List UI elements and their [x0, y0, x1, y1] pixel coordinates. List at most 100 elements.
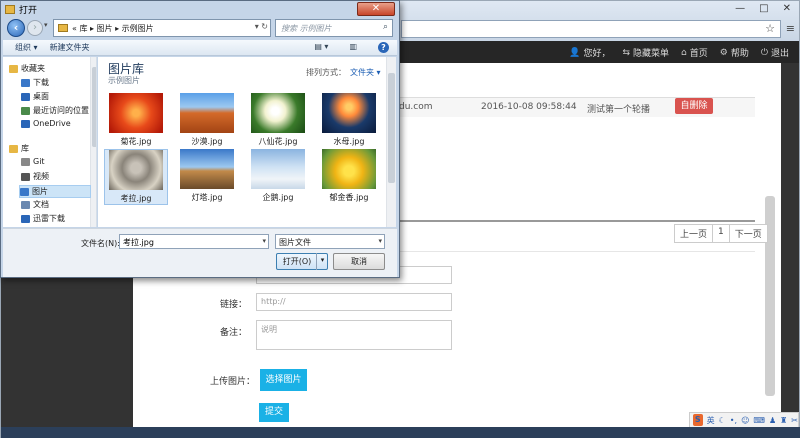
- link-label: 链接：: [220, 300, 248, 310]
- new-folder-button[interactable]: 新建文件夹: [50, 42, 90, 53]
- sidebar-item[interactable]: 下载: [21, 77, 49, 88]
- sidebar-item[interactable]: OneDrive: [21, 119, 71, 128]
- choose-image-button[interactable]: 选择图片: [260, 369, 307, 391]
- file-item[interactable]: 灯塔.jpg: [175, 149, 239, 203]
- preview-pane-icon[interactable]: ▥: [349, 42, 357, 53]
- submit-button[interactable]: 提交: [259, 403, 289, 422]
- organize-button[interactable]: 组织 ▾: [15, 42, 38, 53]
- file-item[interactable]: 八仙花.jpg: [246, 93, 310, 147]
- scrollbar-thumb[interactable]: [388, 73, 395, 183]
- close-icon[interactable]: ✕: [783, 3, 791, 14]
- ime-language[interactable]: 英: [707, 415, 715, 426]
- folder-icon: [21, 214, 30, 223]
- back-arrow-icon[interactable]: ‹: [7, 19, 25, 37]
- view-options-icon[interactable]: ▤ ▾: [314, 42, 328, 53]
- help-icon[interactable]: ?: [378, 42, 389, 53]
- dialog-title-bar: 打开: [5, 3, 37, 16]
- refresh-icon[interactable]: ▾ ↻: [255, 22, 268, 31]
- user-greeting[interactable]: 👤 您好，: [569, 46, 610, 60]
- minimize-icon[interactable]: —: [735, 3, 745, 14]
- help-link[interactable]: ⚙ 帮助: [719, 46, 749, 60]
- file-item[interactable]: 郁金香.jpg: [317, 149, 381, 203]
- shirt-icon[interactable]: ♜: [780, 416, 787, 425]
- filename-label: 文件名(N):: [81, 239, 120, 248]
- home-link[interactable]: ⌂ 首页: [681, 46, 708, 60]
- cancel-button[interactable]: 取消: [333, 253, 385, 270]
- page-1-button[interactable]: 1: [712, 224, 730, 243]
- sidebar-item-label: 视频: [33, 172, 49, 181]
- tools-icon[interactable]: ✂: [791, 416, 798, 425]
- table-bottom-divider: [363, 220, 755, 222]
- chevron-down-icon[interactable]: ▾: [378, 237, 382, 245]
- system-tray: S 英 ☾ •, ☺ ⌨ ♟ ♜ ✂: [689, 412, 799, 428]
- breadcrumb[interactable]: « 库 ▸ 图片 ▸ 示例图片: [72, 23, 154, 34]
- chevron-down-icon[interactable]: ▾: [262, 237, 266, 245]
- dialog-nav-bar: ‹ › ▾ « 库 ▸ 图片 ▸ 示例图片 ▾ ↻ 搜索 示例图片 ⌕: [3, 17, 397, 39]
- file-name: 郁金香.jpg: [329, 193, 369, 202]
- punctuation-icon[interactable]: •,: [730, 416, 737, 425]
- next-page-button[interactable]: 下一页: [728, 224, 768, 243]
- star-icon[interactable]: ☆: [765, 22, 775, 35]
- hide-menu-link[interactable]: ⇆ 隐藏菜单: [622, 46, 669, 60]
- link-field[interactable]: http://: [256, 293, 452, 311]
- library-subtitle: 示例图片: [108, 76, 140, 85]
- file-list-pane: 图片库 示例图片 排列方式： 文件夹 ▾ 菊花.jpg 沙漠.jpg 八仙花.jpg 水…: [98, 57, 396, 227]
- toggle-icon: ⇆: [622, 47, 631, 58]
- dialog-address-bar[interactable]: « 库 ▸ 图片 ▸ 示例图片 ▾ ↻: [53, 19, 271, 37]
- logout-link[interactable]: ⏻ 退出: [761, 46, 789, 60]
- arrange-by-dropdown[interactable]: 文件夹 ▾: [350, 68, 381, 77]
- sidebar-item-label: 迅雷下载: [33, 214, 65, 223]
- sidebar-item-label: 桌面: [33, 92, 49, 101]
- image-thumbnail: [251, 93, 305, 133]
- sidebar-item[interactable]: 收藏夹: [9, 63, 45, 74]
- file-item[interactable]: 考拉.jpg: [104, 149, 168, 205]
- user-icon: 👤: [569, 47, 581, 58]
- sidebar-item[interactable]: 桌面: [21, 91, 49, 102]
- image-thumbnail: [322, 93, 376, 133]
- image-thumbnail: [322, 149, 376, 189]
- sidebar-item[interactable]: 迅雷下载: [21, 213, 65, 224]
- sidebar-item[interactable]: 文档: [21, 199, 49, 210]
- sidebar-item[interactable]: 最近访问的位置: [21, 105, 89, 116]
- filetype-select[interactable]: 图片文件 ▾: [275, 234, 385, 249]
- image-thumbnail: [180, 149, 234, 189]
- dialog-close-button[interactable]: ✕: [357, 2, 395, 16]
- dialog-title: 打开: [19, 6, 38, 16]
- history-dropdown-icon[interactable]: ▾: [44, 21, 48, 29]
- window-controls: — □ ✕: [735, 3, 791, 14]
- filename-input[interactable]: 考拉.jpg ▾: [119, 234, 269, 249]
- moon-icon[interactable]: ☾: [719, 416, 726, 425]
- sidebar-item[interactable]: 库: [9, 143, 29, 154]
- search-input[interactable]: 搜索 示例图片 ⌕: [275, 19, 393, 37]
- forward-arrow-icon[interactable]: ›: [27, 20, 43, 36]
- sidebar-item[interactable]: 图片: [19, 185, 91, 198]
- delete-button[interactable]: 自删除: [675, 98, 713, 114]
- taskbar: [1, 427, 800, 438]
- sidebar-item[interactable]: Git: [21, 157, 45, 166]
- browser-address-bar[interactable]: ☆: [401, 20, 781, 38]
- help-icon: ⚙: [719, 47, 728, 58]
- folder-icon: [21, 106, 30, 115]
- emoji-icon[interactable]: ☺: [741, 416, 749, 425]
- sidebar-item-label: 最近访问的位置: [33, 106, 89, 115]
- open-options-icon[interactable]: ▾: [316, 253, 328, 270]
- menu-icon[interactable]: ≡: [786, 22, 795, 35]
- sidebar-item[interactable]: 视频: [21, 171, 49, 182]
- note-textarea[interactable]: 说明: [256, 320, 452, 350]
- prev-page-button[interactable]: 上一页: [674, 224, 714, 243]
- folder-icon: [21, 78, 30, 87]
- home-icon: ⌂: [681, 47, 687, 58]
- note-label: 备注：: [220, 328, 248, 338]
- file-item[interactable]: 菊花.jpg: [104, 93, 168, 147]
- file-item[interactable]: 沙漠.jpg: [175, 93, 239, 147]
- file-item[interactable]: 企鹅.jpg: [246, 149, 310, 203]
- scrollbar-thumb[interactable]: [92, 67, 96, 147]
- maximize-icon[interactable]: □: [759, 3, 768, 14]
- keyboard-icon[interactable]: ⌨: [753, 416, 765, 425]
- user-tray-icon[interactable]: ♟: [769, 416, 776, 425]
- row-date: 2016-10-08 09:58:44: [481, 102, 577, 112]
- file-list-scrollbar[interactable]: [386, 57, 396, 227]
- nav-pane-scrollbar[interactable]: [90, 57, 96, 227]
- sogou-ime-icon[interactable]: S: [693, 414, 703, 426]
- file-item[interactable]: 水母.jpg: [317, 93, 381, 147]
